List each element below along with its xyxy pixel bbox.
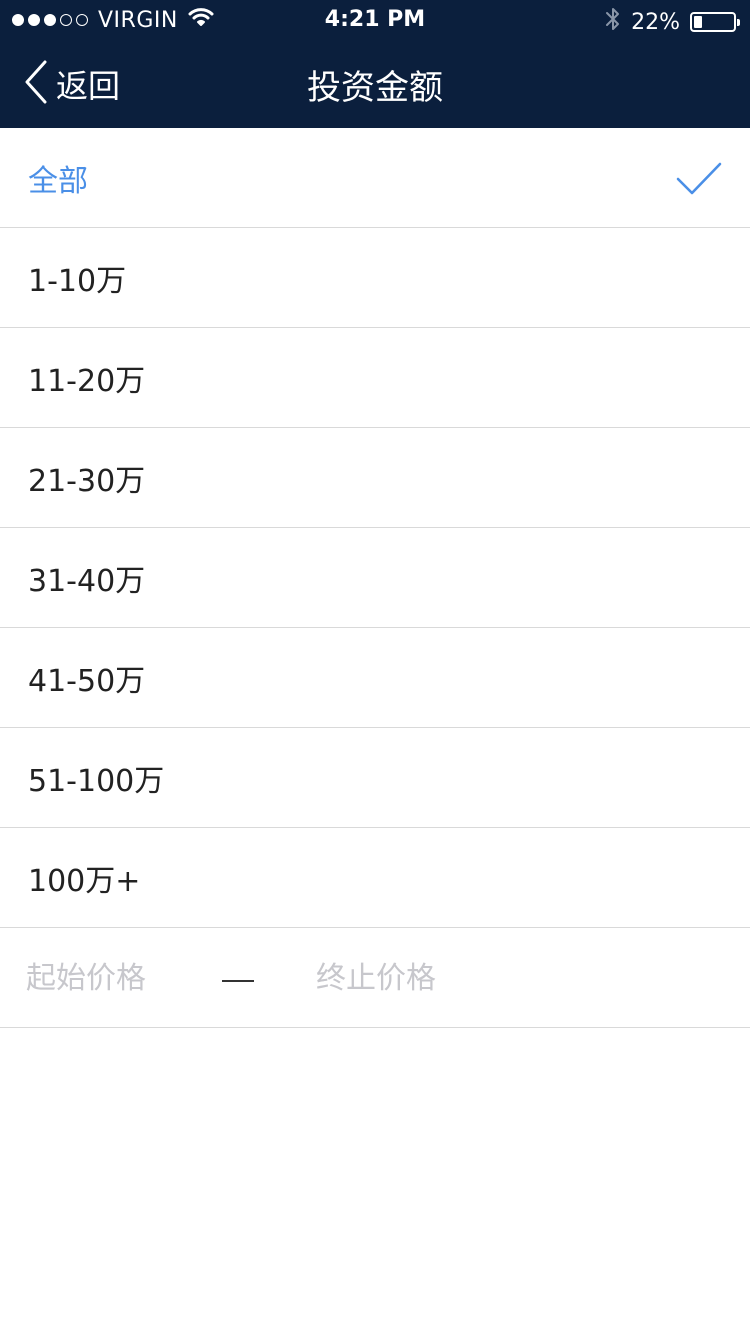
option-label: 31-40万 — [28, 563, 146, 599]
end-price-input[interactable] — [316, 956, 496, 1000]
battery-level-fill — [694, 16, 703, 28]
amount-option-list: 全部 1-10万 11-20万 21-30万 31-40万 41-50万 51-… — [0, 128, 750, 1028]
option-label: 100万+ — [28, 863, 141, 899]
option-31-40w[interactable]: 31-40万 — [0, 528, 750, 628]
option-all[interactable]: 全部 — [0, 128, 750, 228]
option-label: 全部 — [28, 163, 88, 199]
start-price-input[interactable] — [26, 956, 206, 1000]
navigation-bar: 返回 投资金额 — [0, 40, 750, 128]
option-11-20w[interactable]: 11-20万 — [0, 328, 750, 428]
option-21-30w[interactable]: 21-30万 — [0, 428, 750, 528]
status-bar: VIRGIN 4:21 PM 22% — [0, 0, 750, 40]
custom-price-range — [0, 928, 750, 1028]
top-bar: VIRGIN 4:21 PM 22% 返回 投资金额 — [0, 0, 750, 128]
option-label: 41-50万 — [28, 663, 146, 699]
status-bar-right: 22% — [605, 6, 740, 38]
battery-icon — [690, 12, 740, 32]
page-title: 投资金额 — [307, 68, 443, 108]
option-100w-plus[interactable]: 100万+ — [0, 828, 750, 928]
option-label: 1-10万 — [28, 263, 127, 299]
option-label: 21-30万 — [28, 463, 146, 499]
option-1-10w[interactable]: 1-10万 — [0, 228, 750, 328]
option-51-100w[interactable]: 51-100万 — [0, 728, 750, 828]
option-label: 11-20万 — [28, 363, 146, 399]
option-label: 51-100万 — [28, 763, 165, 799]
range-separator — [222, 980, 254, 982]
option-41-50w[interactable]: 41-50万 — [0, 628, 750, 728]
checkmark-icon — [676, 162, 722, 200]
battery-percent: 22% — [631, 9, 680, 35]
battery-tip — [737, 19, 740, 26]
bluetooth-icon — [605, 6, 621, 38]
